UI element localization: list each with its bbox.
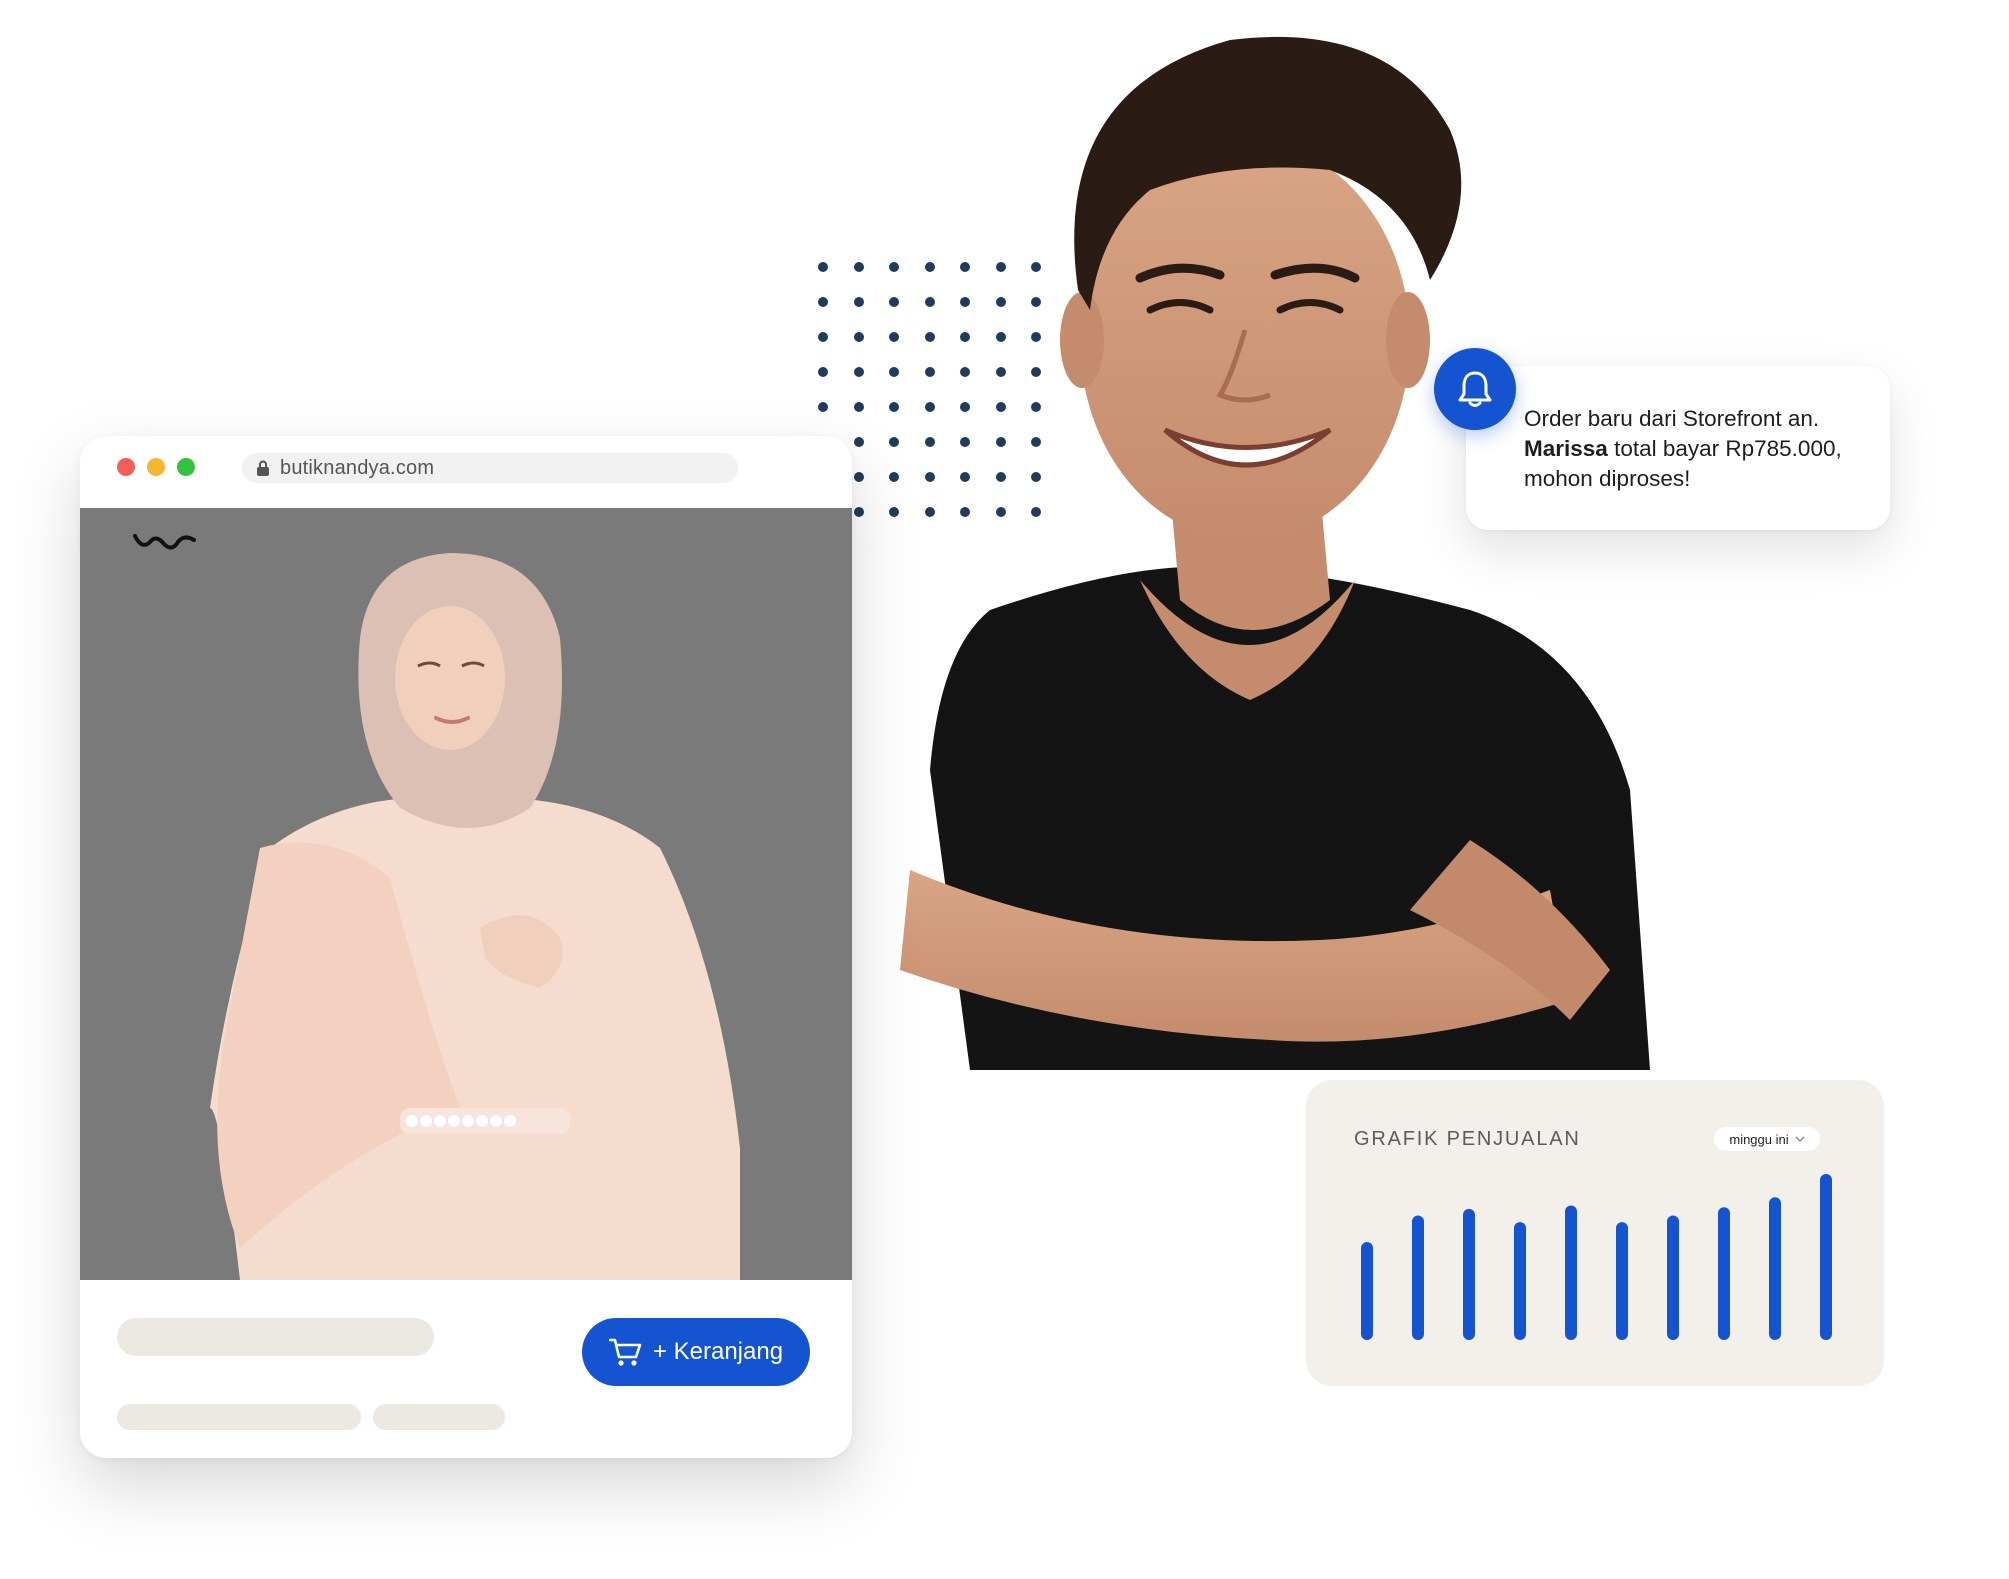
- window-minimize-dot[interactable]: [147, 458, 165, 476]
- order-notification-card[interactable]: Order baru dari Storefront an. Marissa t…: [1466, 366, 1890, 530]
- chart-bar-10: [1820, 1174, 1832, 1340]
- lock-icon: [257, 460, 269, 476]
- sales-bar-chart: [1361, 1174, 1832, 1340]
- product-title-placeholder: [117, 1318, 434, 1356]
- shopping-cart-icon: [608, 1338, 642, 1366]
- bell-icon: [1458, 371, 1492, 407]
- chart-bar-7: [1667, 1215, 1679, 1340]
- period-select[interactable]: minggu ini: [1714, 1127, 1820, 1151]
- notification-line-3: mohon diproses!: [1524, 466, 1691, 491]
- url-text: butiknandya.com: [280, 456, 435, 479]
- chevron-down-icon: [1795, 1136, 1805, 1142]
- notification-bell-badge[interactable]: [1434, 348, 1516, 430]
- chart-bar-5: [1565, 1205, 1577, 1340]
- window-close-dot[interactable]: [117, 458, 135, 476]
- sales-chart-card: GRAFIK PENJUALAN minggu ini: [1306, 1080, 1884, 1386]
- product-meta-placeholder: [373, 1404, 505, 1430]
- chart-title: GRAFIK PENJUALAN: [1354, 1128, 1581, 1150]
- product-image-area[interactable]: [80, 508, 852, 1280]
- product-info-panel: + Keranjang: [80, 1280, 852, 1458]
- chart-bar-8: [1718, 1207, 1730, 1340]
- grid-dot: [818, 297, 828, 307]
- address-bar[interactable]: butiknandya.com: [242, 453, 738, 483]
- grid-dot: [818, 332, 828, 342]
- chart-bar-1: [1361, 1242, 1373, 1340]
- browser-toolbar: butiknandya.com: [80, 436, 852, 508]
- grid-dot: [818, 262, 828, 272]
- add-to-cart-label: + Keranjang: [652, 1338, 784, 1365]
- customer-name: Marissa: [1524, 436, 1608, 461]
- period-select-value: minggu ini: [1729, 1131, 1789, 1147]
- chart-bar-4: [1514, 1222, 1526, 1340]
- storefront-browser-window: butiknandya.com + Keranjang: [80, 436, 852, 1458]
- chart-bar-3: [1463, 1208, 1475, 1340]
- add-to-cart-button[interactable]: + Keranjang: [582, 1318, 810, 1386]
- chart-bar-9: [1769, 1197, 1781, 1340]
- notification-line-2: total bayar Rp785.000,: [1607, 436, 1842, 461]
- grid-dot: [818, 367, 828, 377]
- chart-bar-6: [1616, 1222, 1628, 1340]
- notification-line-1: Order baru dari Storefront an.: [1524, 406, 1820, 431]
- product-model-photo: [210, 553, 740, 1280]
- product-price-placeholder: [117, 1404, 361, 1430]
- window-maximize-dot[interactable]: [177, 458, 195, 476]
- grid-dot: [818, 402, 828, 412]
- chart-bar-2: [1412, 1215, 1424, 1340]
- wave-logo-icon: [133, 534, 196, 550]
- notification-message: Order baru dari Storefront an. Marissa t…: [1524, 404, 1874, 494]
